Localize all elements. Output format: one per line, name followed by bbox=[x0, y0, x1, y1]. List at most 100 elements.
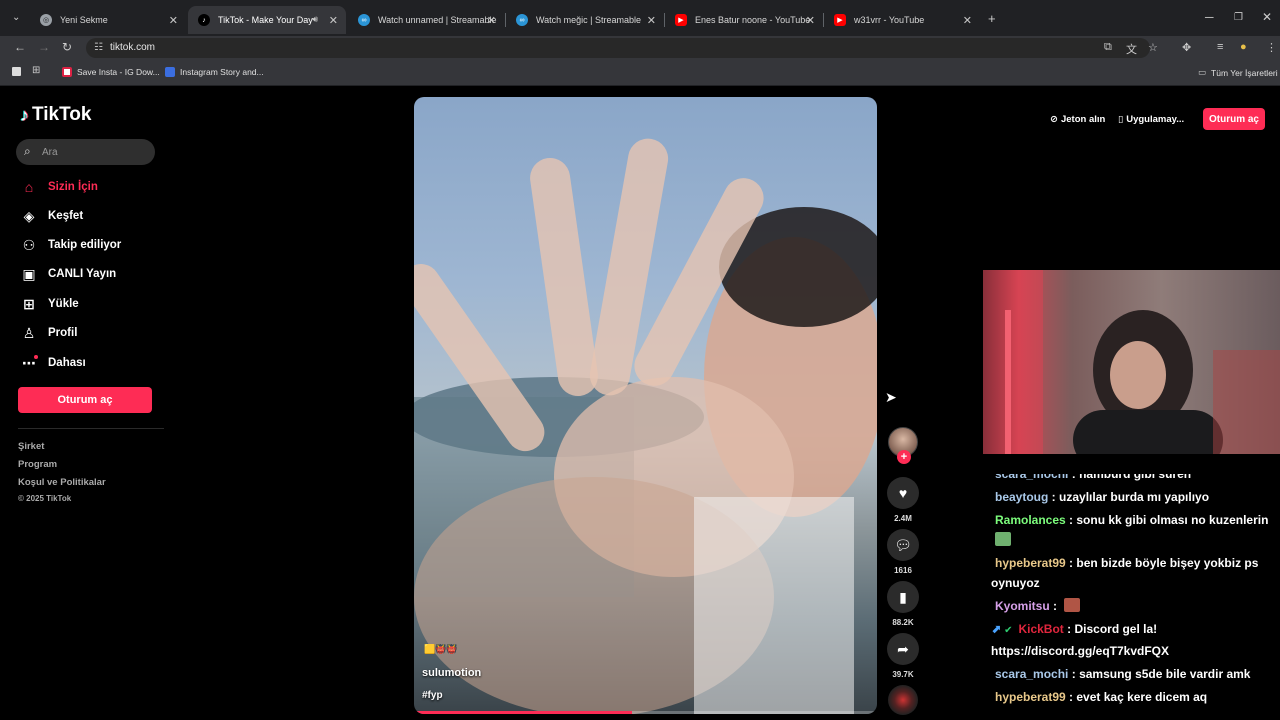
profile-icon: ♙ bbox=[22, 324, 36, 341]
sidebar-item-label: Profil bbox=[48, 327, 78, 339]
comment-count: 1616 bbox=[894, 566, 912, 575]
speaker-icon[interactable]: 🔊︎ bbox=[312, 14, 318, 25]
streamable-icon: ∞ bbox=[358, 14, 370, 26]
close-tab-icon[interactable]: ✕ bbox=[329, 14, 338, 27]
chat-separator: : bbox=[1065, 690, 1077, 704]
login-top-button[interactable]: Oturum aç bbox=[1203, 108, 1265, 130]
chat-text: uzaylılar burda mı yapılıyo bbox=[1059, 490, 1210, 504]
profile-avatar-icon[interactable]: ● bbox=[1240, 41, 1247, 53]
url-bar[interactable]: ☷ tiktok.com bbox=[86, 38, 1150, 58]
chat-username[interactable]: scara_mochi bbox=[995, 474, 1068, 481]
sidebar-item-upload[interactable]: ⊞ Yükle bbox=[20, 293, 79, 315]
back-arrow-icon[interactable]: ← bbox=[14, 40, 26, 54]
bookmark-star-icon[interactable]: ☆ bbox=[1148, 41, 1158, 54]
chat-separator: : bbox=[1048, 490, 1060, 504]
chat-message: hypeberat99 : evet kaç kere dicem aq bbox=[991, 687, 1275, 707]
close-tab-icon[interactable]: ✕ bbox=[169, 14, 178, 27]
bookmark-save-insta[interactable]: Save Insta - IG Dow... bbox=[62, 67, 160, 77]
restore-icon[interactable]: ❐ bbox=[1234, 12, 1243, 23]
get-app-button[interactable]: ▯ Uygulamay... bbox=[1118, 108, 1184, 130]
bookmark-favicon-icon bbox=[62, 67, 72, 77]
apps-grid-icon[interactable]: ⊞ bbox=[32, 65, 40, 76]
login-button[interactable]: Oturum aç bbox=[18, 387, 152, 413]
bookmark-instagram-story[interactable]: Instagram Story and... bbox=[165, 67, 264, 77]
minimize-icon[interactable]: ─ bbox=[1205, 10, 1214, 24]
forward-arrow-icon[interactable]: → bbox=[38, 40, 50, 54]
search-input[interactable] bbox=[42, 143, 142, 161]
video-progress-bar[interactable] bbox=[414, 711, 877, 714]
search-box[interactable]: ⌕ bbox=[16, 139, 155, 165]
like-action[interactable]: ♥ 2.4M bbox=[887, 477, 919, 523]
close-tab-icon[interactable]: ✕ bbox=[487, 14, 496, 27]
compass-icon: ◈ bbox=[23, 207, 35, 224]
sidebar-item-explore[interactable]: ◈ Keşfet bbox=[20, 205, 84, 227]
video-emoji-sticker: 🟨👹👹 bbox=[424, 644, 458, 654]
close-tab-icon[interactable]: ✕ bbox=[963, 14, 972, 27]
sidebar-item-profile[interactable]: ♙ Profil bbox=[20, 322, 78, 344]
follow-plus-button[interactable]: + bbox=[897, 450, 911, 464]
tab-title: TikTok - Make Your Day bbox=[218, 15, 313, 25]
browser-tab-bar: ⌄ ◎ Yeni Sekme ✕ ♪ TikTok - Make Your Da… bbox=[0, 0, 1280, 36]
extensions-icon[interactable]: ✥ bbox=[1182, 41, 1191, 54]
sidebar-item-live[interactable]: ▣ CANLI Yayın bbox=[20, 263, 116, 285]
close-window-icon[interactable]: ✕ bbox=[1262, 10, 1272, 24]
sidebar-item-following[interactable]: ⚇ Takip ediliyor bbox=[20, 234, 122, 256]
chat-message: Ramolances : sonu kk gibi olması no kuze… bbox=[991, 510, 1275, 550]
comment-action[interactable]: 💬︎ 1616 bbox=[887, 529, 919, 575]
menu-kebab-icon[interactable]: ⋮ bbox=[1266, 41, 1277, 54]
streamer-webcam bbox=[983, 270, 1280, 454]
tab-streamable-megic[interactable]: ∞ Watch meğic | Streamable ✕ bbox=[506, 6, 664, 34]
new-tab-button[interactable]: + bbox=[988, 11, 996, 26]
following-icon: ⚇ bbox=[22, 236, 36, 253]
video-username[interactable]: sulumotion bbox=[422, 667, 481, 679]
site-info-icon[interactable]: ☷ bbox=[94, 38, 103, 58]
notification-dot bbox=[34, 355, 38, 359]
get-coins-button[interactable]: ⊘ Jeton alın bbox=[1050, 108, 1105, 130]
tab-streamable-unnamed[interactable]: ∞ Watch unnamed | Streamable ✕ bbox=[348, 6, 504, 34]
chat-separator: : bbox=[1063, 622, 1075, 636]
comment-icon[interactable]: 💬︎ bbox=[887, 529, 919, 561]
heart-icon[interactable]: ♥ bbox=[887, 477, 919, 509]
translate-icon[interactable]: 文 bbox=[1126, 41, 1137, 57]
live-icon: ▣ bbox=[22, 265, 36, 282]
chat-username[interactable]: hypeberat99 bbox=[995, 690, 1066, 704]
media-controls-icon[interactable]: ≡ bbox=[1217, 41, 1223, 53]
tab-new-tab[interactable]: ◎ Yeni Sekme ✕ bbox=[30, 6, 186, 34]
share-action[interactable]: ➦ 39.7K bbox=[887, 633, 919, 679]
chat-username[interactable]: beaytoug bbox=[995, 490, 1048, 504]
video-hashtag[interactable]: #fyp bbox=[422, 690, 443, 701]
chat-username[interactable]: Kyomitsu bbox=[995, 599, 1050, 613]
reload-icon[interactable]: ↻ bbox=[62, 40, 72, 54]
chat-username[interactable]: Ramolances bbox=[995, 513, 1066, 527]
sidebar-item-for-you[interactable]: ⌂ Sizin İçin bbox=[20, 176, 98, 198]
share-icon[interactable]: ➦ bbox=[887, 633, 919, 665]
bookmark-icon[interactable]: ▮ bbox=[887, 581, 919, 613]
video-progress-fill bbox=[414, 711, 632, 714]
chat-message: Kyomitsu : bbox=[991, 596, 1275, 616]
chat-username[interactable]: hypeberat99 bbox=[995, 556, 1066, 570]
install-icon[interactable]: ⧉ bbox=[1104, 41, 1112, 54]
footer-program-link[interactable]: Program bbox=[18, 459, 57, 470]
music-disc-icon[interactable] bbox=[888, 685, 918, 715]
sidebar-toggle-icon[interactable] bbox=[12, 67, 21, 76]
chat-username[interactable]: scara_mochi bbox=[995, 667, 1068, 681]
chat-separator: : bbox=[1068, 474, 1080, 481]
tab-youtube-w31vrr[interactable]: ▶ w31vrr - YouTube ✕ bbox=[824, 6, 980, 34]
tiktok-logo[interactable]: ♪ TikTok bbox=[20, 104, 91, 126]
footer-company-link[interactable]: Şirket bbox=[18, 441, 44, 452]
sidebar-item-more[interactable]: ⋯ Dahası bbox=[20, 352, 86, 374]
close-tab-icon[interactable]: ✕ bbox=[647, 14, 656, 27]
chat-username[interactable]: KickBot bbox=[1018, 622, 1063, 636]
chrome-icon: ◎ bbox=[40, 14, 52, 26]
tab-youtube-enes[interactable]: ▶ Enes Batur noone - YouTube ✕ bbox=[665, 6, 823, 34]
tiktok-note-icon: ♪ bbox=[20, 104, 29, 125]
home-icon: ⌂ bbox=[24, 179, 34, 195]
footer-terms-link[interactable]: Koşul ve Politikalar bbox=[18, 477, 106, 488]
tab-search-icon[interactable]: ⌄ bbox=[12, 12, 20, 23]
tab-tiktok[interactable]: ♪ TikTok - Make Your Day 🔊︎ ✕ bbox=[188, 6, 346, 34]
video-player[interactable]: 🟨👹👹 sulumotion #fyp bbox=[414, 97, 877, 714]
sidebar-item-label: Keşfet bbox=[48, 210, 84, 222]
save-action[interactable]: ▮ 88.2K bbox=[887, 581, 919, 627]
all-bookmarks[interactable]: ▭ Tüm Yer İşaretleri bbox=[1198, 67, 1278, 78]
close-tab-icon[interactable]: ✕ bbox=[806, 14, 815, 27]
